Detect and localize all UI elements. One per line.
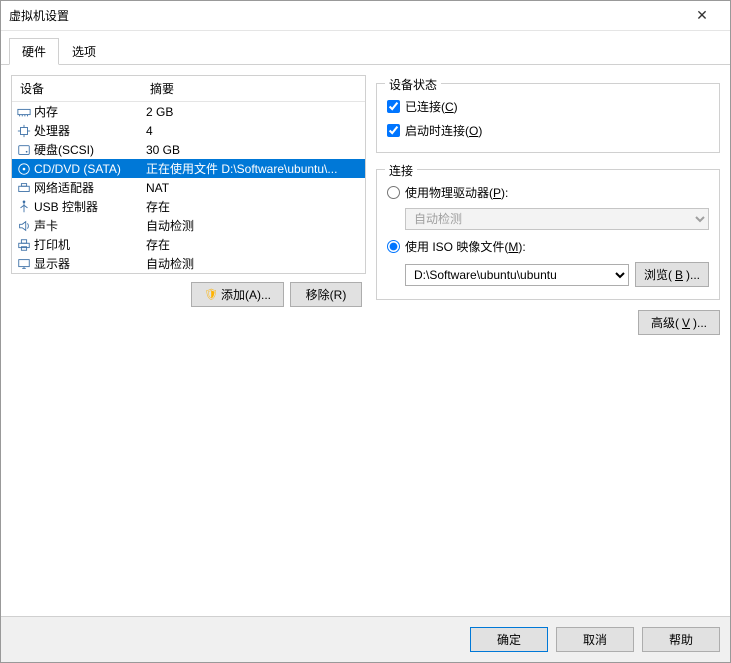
- use-iso-radio-row[interactable]: 使用 ISO 映像文件(M):: [387, 236, 709, 256]
- device-list-panel: 设备 摘要 内存2 GB处理器4硬盘(SCSI)30 GBCD/DVD (SAT…: [11, 75, 366, 274]
- sound-icon: [12, 219, 32, 233]
- titlebar: 虚拟机设置 ✕: [1, 1, 730, 31]
- device-name: USB 控制器: [32, 198, 142, 215]
- physical-drive-select: 自动检测: [405, 208, 709, 230]
- connected-label: 已连接(C): [405, 98, 458, 115]
- device-status-group: 设备状态 已连接(C) 启动时连接(O): [376, 83, 720, 153]
- device-name: 显示器: [32, 255, 142, 272]
- device-summary: 30 GB: [142, 143, 365, 157]
- add-button-label: 添加(A)...: [221, 286, 271, 303]
- display-icon: [12, 257, 32, 271]
- vm-settings-window: 虚拟机设置 ✕ 硬件 选项 设备 摘要 内存2 GB处理器4硬盘(SCSI)30…: [0, 0, 731, 663]
- device-summary: 自动检测: [142, 255, 365, 272]
- device-name: 网络适配器: [32, 179, 142, 196]
- ok-button[interactable]: 确定: [470, 627, 548, 652]
- list-item[interactable]: 打印机存在: [12, 235, 365, 254]
- list-item[interactable]: CD/DVD (SATA)正在使用文件 D:\Software\ubuntu\.…: [12, 159, 365, 178]
- list-item[interactable]: 显示器自动检测: [12, 254, 365, 273]
- device-name: 处理器: [32, 122, 142, 139]
- cd-icon: [12, 162, 32, 176]
- connected-checkbox[interactable]: [387, 100, 400, 113]
- tab-hardware[interactable]: 硬件: [9, 38, 59, 65]
- right-panel: 设备状态 已连接(C) 启动时连接(O) 连接: [376, 75, 720, 606]
- use-physical-label: 使用物理驱动器(P):: [405, 184, 508, 201]
- close-icon[interactable]: ✕: [682, 7, 722, 24]
- connect-at-poweron-row[interactable]: 启动时连接(O): [387, 120, 709, 140]
- cpu-icon: [12, 124, 32, 138]
- memory-icon: [12, 105, 32, 119]
- cancel-button[interactable]: 取消: [556, 627, 634, 652]
- header-device: 设备: [12, 76, 142, 101]
- use-iso-radio[interactable]: [387, 240, 400, 253]
- advanced-row: 高级(V)...: [376, 310, 720, 335]
- iso-path-select[interactable]: D:\Software\ubuntu\ubuntu: [405, 264, 629, 286]
- list-item[interactable]: USB 控制器存在: [12, 197, 365, 216]
- usb-icon: [12, 200, 32, 214]
- list-item[interactable]: 网络适配器NAT: [12, 178, 365, 197]
- connected-checkbox-row[interactable]: 已连接(C): [387, 96, 709, 116]
- device-name: CD/DVD (SATA): [32, 162, 142, 176]
- help-button[interactable]: 帮助: [642, 627, 720, 652]
- device-summary: 2 GB: [142, 105, 365, 119]
- connect-at-poweron-checkbox[interactable]: [387, 124, 400, 137]
- connect-at-poweron-label: 启动时连接(O): [405, 122, 482, 139]
- connection-title: 连接: [385, 162, 417, 179]
- device-list-header: 设备 摘要: [12, 76, 365, 102]
- device-summary: 4: [142, 124, 365, 138]
- header-summary: 摘要: [142, 76, 365, 101]
- browse-button[interactable]: 浏览(B)...: [635, 262, 709, 287]
- use-physical-radio[interactable]: [387, 186, 400, 199]
- device-summary: 自动检测: [142, 217, 365, 234]
- list-item[interactable]: 内存2 GB: [12, 102, 365, 121]
- net-icon: [12, 181, 32, 195]
- device-status-title: 设备状态: [385, 76, 441, 93]
- device-summary: 存在: [142, 198, 365, 215]
- device-list-buttons: 🛡添加(A)... 移除(R): [11, 274, 366, 309]
- use-physical-radio-row[interactable]: 使用物理驱动器(P):: [387, 182, 709, 202]
- list-item[interactable]: 处理器4: [12, 121, 365, 140]
- device-list[interactable]: 内存2 GB处理器4硬盘(SCSI)30 GBCD/DVD (SATA)正在使用…: [12, 102, 365, 273]
- remove-button[interactable]: 移除(R): [290, 282, 362, 307]
- device-summary: NAT: [142, 181, 365, 195]
- advanced-button[interactable]: 高级(V)...: [638, 310, 720, 335]
- list-item[interactable]: 硬盘(SCSI)30 GB: [12, 140, 365, 159]
- printer-icon: [12, 238, 32, 252]
- window-title: 虚拟机设置: [9, 7, 682, 24]
- device-name: 硬盘(SCSI): [32, 141, 142, 158]
- device-name: 内存: [32, 103, 142, 120]
- dialog-footer: 确定 取消 帮助: [1, 616, 730, 662]
- tab-options[interactable]: 选项: [59, 38, 109, 65]
- content: 设备 摘要 内存2 GB处理器4硬盘(SCSI)30 GBCD/DVD (SAT…: [1, 65, 730, 616]
- device-summary: 存在: [142, 236, 365, 253]
- connection-group: 连接 使用物理驱动器(P): 自动检测 使用 ISO 映像文件(M):: [376, 169, 720, 300]
- disk-icon: [12, 143, 32, 157]
- device-name: 打印机: [32, 236, 142, 253]
- add-button[interactable]: 🛡添加(A)...: [191, 282, 284, 307]
- tabs: 硬件 选项: [1, 31, 730, 65]
- device-name: 声卡: [32, 217, 142, 234]
- use-iso-label: 使用 ISO 映像文件(M):: [405, 238, 526, 255]
- shield-icon: 🛡: [204, 288, 218, 301]
- list-item[interactable]: 声卡自动检测: [12, 216, 365, 235]
- device-summary: 正在使用文件 D:\Software\ubuntu\...: [142, 160, 365, 177]
